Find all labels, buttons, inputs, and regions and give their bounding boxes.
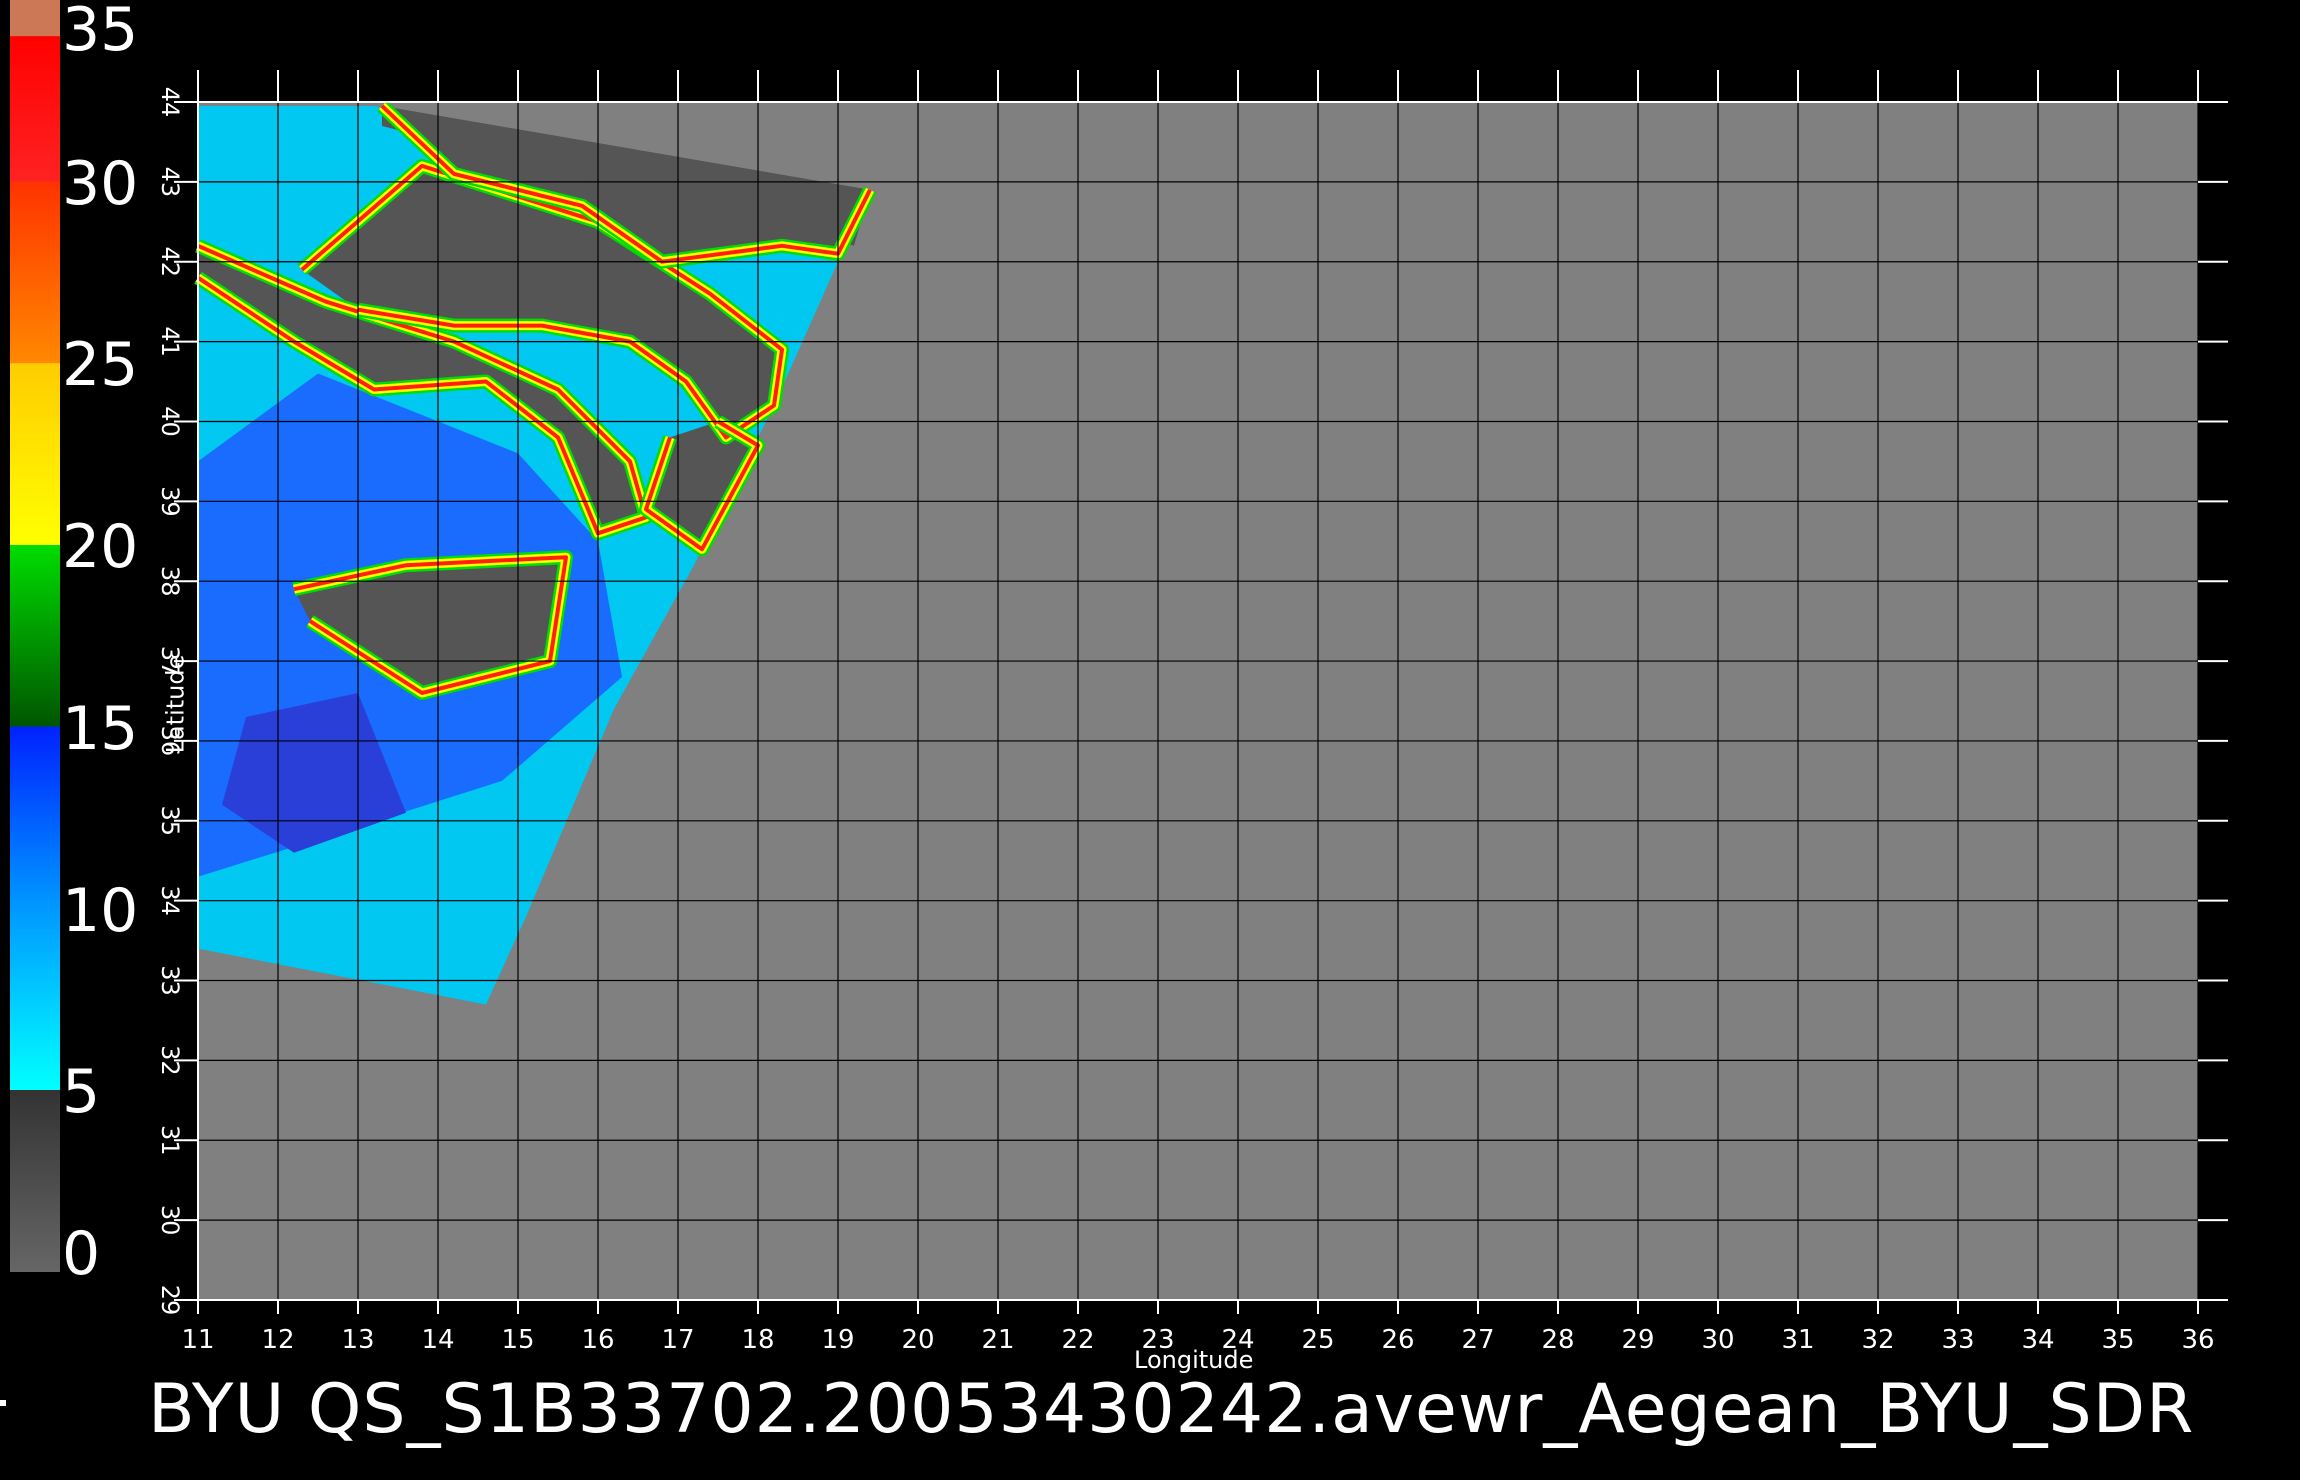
lon-tick-label-35: 35: [2101, 1325, 2134, 1355]
lon-tick-label-30: 30: [1701, 1325, 1734, 1355]
lon-tick-label-32: 32: [1861, 1325, 1894, 1355]
lon-tick-label-18: 18: [741, 1325, 774, 1355]
lon-tick-label-22: 22: [1061, 1325, 1094, 1355]
lon-tick-label-25: 25: [1301, 1325, 1334, 1355]
lat-tick-label-31: 31: [156, 1125, 184, 1156]
lat-tick-label-42: 42: [156, 246, 184, 277]
lat-tick-label-43: 43: [156, 167, 184, 198]
lon-tick-label-36: 36: [2181, 1325, 2214, 1355]
lon-tick-label-16: 16: [581, 1325, 614, 1355]
lon-tick-label-34: 34: [2021, 1325, 2054, 1355]
lat-tick-label-33: 33: [156, 965, 184, 996]
image-caption: BYU QS_S1B33702.20053430242.avewr_Aegean…: [148, 1370, 2195, 1449]
lat-tick-label-29: 29: [156, 1285, 184, 1316]
lat-tick-label-34: 34: [156, 885, 184, 916]
lat-tick-label-41: 41: [156, 326, 184, 357]
y-axis-label: Latitude: [161, 654, 190, 754]
bullet-mark: [0, 1400, 6, 1406]
lon-tick-label-31: 31: [1781, 1325, 1814, 1355]
lat-tick-label-32: 32: [156, 1045, 184, 1076]
lon-tick-label-29: 29: [1621, 1325, 1654, 1355]
lon-tick-label-11: 11: [181, 1325, 214, 1355]
lon-tick-label-26: 26: [1381, 1325, 1414, 1355]
lon-tick-label-21: 21: [981, 1325, 1014, 1355]
lon-tick-label-28: 28: [1541, 1325, 1574, 1355]
lat-tick-label-35: 35: [156, 806, 184, 837]
lon-tick-label-20: 20: [901, 1325, 934, 1355]
lon-tick-label-12: 12: [261, 1325, 294, 1355]
lon-tick-label-33: 33: [1941, 1325, 1974, 1355]
lat-tick-label-44: 44: [156, 87, 184, 118]
lat-tick-label-40: 40: [156, 406, 184, 437]
wind-map: 11 12 13 14 15 16 17 18 19 20 21 22 23 24 25 26 27 28 29 30…: [156, 70, 2228, 1355]
lat-tick-label-30: 30: [156, 1205, 184, 1236]
lon-tick-label-27: 27: [1461, 1325, 1494, 1355]
lat-tick-label-38: 38: [156, 566, 184, 597]
lon-tick-label-15: 15: [501, 1325, 534, 1355]
lon-tick-label-17: 17: [661, 1325, 694, 1355]
lat-tick-label-39: 39: [156, 486, 184, 517]
lon-tick-label-14: 14: [421, 1325, 454, 1355]
lon-tick-label-19: 19: [821, 1325, 854, 1355]
lon-tick-label-13: 13: [341, 1325, 374, 1355]
